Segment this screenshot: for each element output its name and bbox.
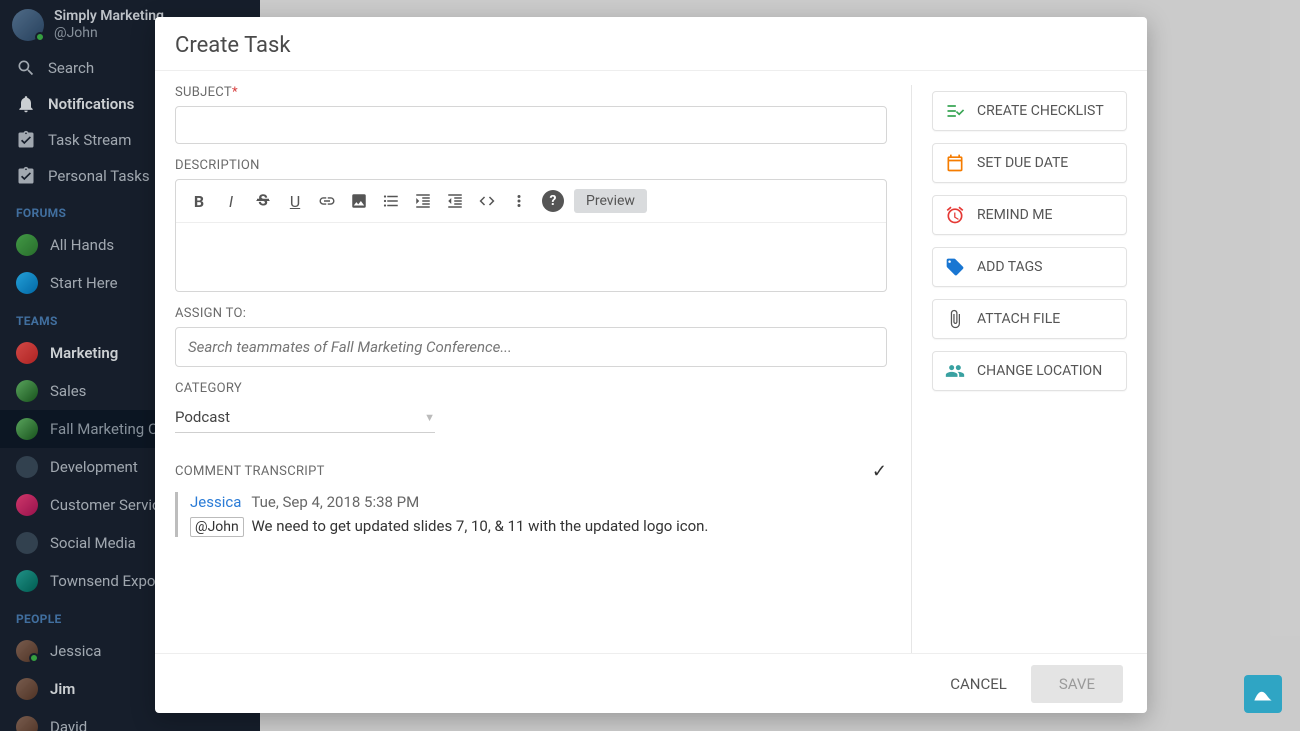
indent-button[interactable] <box>408 186 438 216</box>
category-select[interactable]: Podcast ▼ <box>175 402 435 433</box>
check-icon[interactable]: ✓ <box>872 461 887 482</box>
bold-button[interactable]: B <box>184 186 214 216</box>
side-btn-label: REMIND ME <box>977 207 1052 223</box>
add-tags-button[interactable]: ADD TAGS <box>932 247 1127 287</box>
tags-icon <box>945 257 965 277</box>
assign-input[interactable] <box>175 327 887 367</box>
assign-label: ASSIGN TO: <box>175 306 887 321</box>
transcript-date: Tue, Sep 4, 2018 5:38 PM <box>251 493 419 511</box>
outdent-button[interactable] <box>440 186 470 216</box>
link-button[interactable] <box>312 186 342 216</box>
modal-title: Create Task <box>155 17 1147 71</box>
mention-chip: @John <box>190 517 244 537</box>
transcript-author: Jessica <box>190 493 241 511</box>
create-checklist-button[interactable]: CREATE CHECKLIST <box>932 91 1127 131</box>
subject-label: SUBJECT* <box>175 85 887 100</box>
side-btn-label: SET DUE DATE <box>977 155 1068 171</box>
brand-badge[interactable] <box>1244 675 1282 713</box>
preview-button[interactable]: Preview <box>574 189 647 213</box>
calendar-icon <box>945 153 965 173</box>
description-label: DESCRIPTION <box>175 158 887 173</box>
editor-body[interactable] <box>176 223 886 291</box>
transcript-label: COMMENT TRANSCRIPT <box>175 464 325 479</box>
side-btn-label: ATTACH FILE <box>977 311 1060 327</box>
people-icon <box>945 361 965 381</box>
category-value: Podcast <box>175 408 230 426</box>
description-editor: B I U ? Preview <box>175 179 887 292</box>
transcript-body: We need to get updated slides 7, 10, & 1… <box>251 517 708 535</box>
image-button[interactable] <box>344 186 374 216</box>
set-due-date-button[interactable]: SET DUE DATE <box>932 143 1127 183</box>
code-button[interactable] <box>472 186 502 216</box>
checklist-icon <box>945 101 965 121</box>
side-btn-label: CREATE CHECKLIST <box>977 103 1104 119</box>
side-btn-label: CHANGE LOCATION <box>977 363 1102 379</box>
side-btn-label: ADD TAGS <box>977 259 1042 275</box>
cancel-button[interactable]: CANCEL <box>950 675 1007 693</box>
underline-button[interactable]: U <box>280 186 310 216</box>
remind-me-button[interactable]: REMIND ME <box>932 195 1127 235</box>
help-button[interactable]: ? <box>542 190 564 212</box>
strike-button[interactable] <box>248 186 278 216</box>
list-button[interactable] <box>376 186 406 216</box>
create-task-modal: Create Task SUBJECT* DESCRIPTION B I U <box>155 17 1147 713</box>
paperclip-icon <box>945 309 965 329</box>
chevron-down-icon: ▼ <box>424 411 435 424</box>
change-location-button[interactable]: CHANGE LOCATION <box>932 351 1127 391</box>
category-label: CATEGORY <box>175 381 887 396</box>
more-button[interactable] <box>504 186 534 216</box>
italic-button[interactable]: I <box>216 186 246 216</box>
alarm-icon <box>945 205 965 225</box>
subject-input[interactable] <box>175 106 887 144</box>
editor-toolbar: B I U ? Preview <box>176 180 886 223</box>
modal-footer: CANCEL SAVE <box>155 653 1147 713</box>
save-button[interactable]: SAVE <box>1031 665 1123 703</box>
transcript-entry: Jessica Tue, Sep 4, 2018 5:38 PM @John W… <box>175 492 887 537</box>
attach-file-button[interactable]: ATTACH FILE <box>932 299 1127 339</box>
